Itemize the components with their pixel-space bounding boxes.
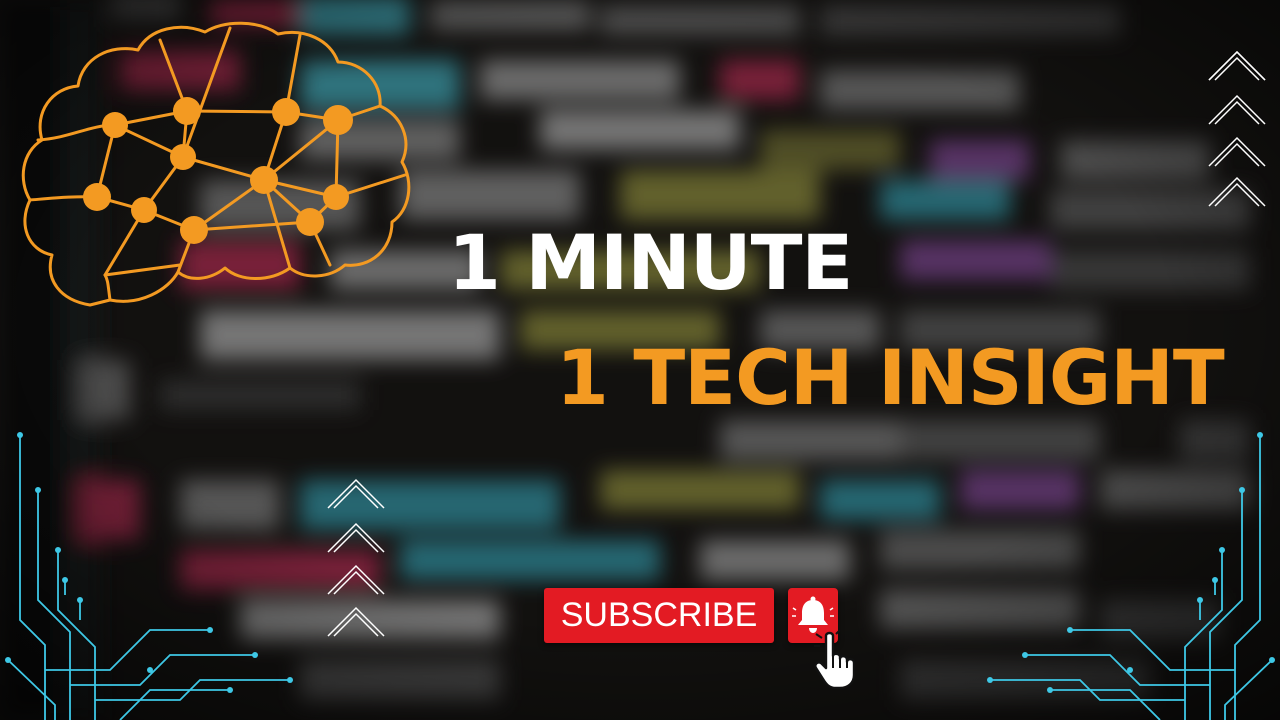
subscribe-button[interactable]: SUBSCRIBE	[544, 588, 774, 643]
headline-line-2: 1 TECH INSIGHT	[556, 333, 1225, 422]
chevron-up-icon	[1208, 50, 1266, 207]
circuit-lines-icon	[987, 432, 1275, 720]
hand-pointer-icon	[814, 630, 856, 690]
circuit-lines-icon	[5, 432, 293, 720]
brain-network-icon	[21, 21, 411, 307]
subscribe-label: SUBSCRIBE	[560, 596, 758, 634]
headline-line-1: 1 MINUTE	[448, 218, 853, 307]
chevron-up-icon	[327, 478, 385, 637]
